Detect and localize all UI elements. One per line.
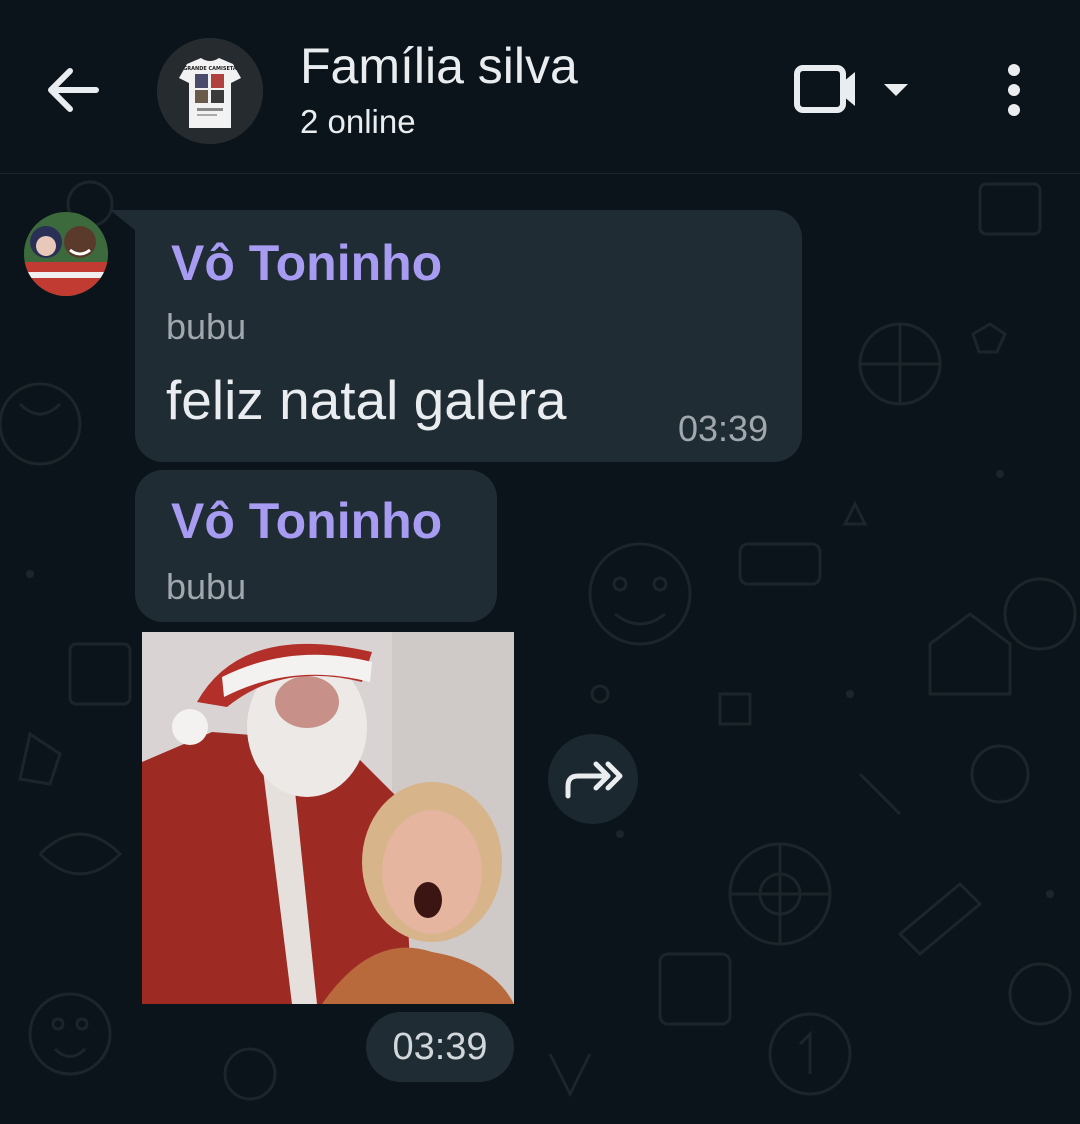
- sender-name[interactable]: Vô Toninho: [171, 492, 442, 550]
- avatar-photo: [24, 212, 108, 296]
- sender-avatar[interactable]: [24, 212, 108, 296]
- online-status: 2 online: [300, 103, 416, 140]
- video-call-icon: [794, 65, 855, 113]
- sender-name[interactable]: Vô Toninho: [171, 234, 442, 292]
- forward-button[interactable]: [548, 734, 638, 824]
- chat-title-block[interactable]: Família silva 2 online: [300, 36, 578, 144]
- photo-image: [142, 632, 514, 1004]
- image-timestamp: 03:39: [392, 1026, 488, 1068]
- image-timestamp-pill: 03:39: [366, 1012, 514, 1082]
- message-list[interactable]: Vô Toninho bubu feliz natal galera 03:39…: [0, 174, 1080, 1124]
- image-message[interactable]: [142, 632, 514, 1004]
- message-timestamp: 03:39: [678, 408, 769, 449]
- tshirt-print-text: GRANDE CAMISETA: [183, 66, 237, 72]
- back-arrow-icon: [48, 68, 99, 112]
- sender-push-name: bubu: [166, 566, 247, 607]
- back-button[interactable]: [38, 55, 108, 125]
- video-call-button[interactable]: [790, 60, 920, 120]
- message-bubble[interactable]: Vô Toninho bubu feliz natal galera 03:39: [135, 210, 802, 462]
- message-text: feliz natal galera: [166, 369, 567, 431]
- chat-title: Família silva: [300, 38, 578, 94]
- chat-header: GRANDE CAMISETA Família silva 2 online: [0, 0, 1080, 174]
- forward-icon: [565, 761, 623, 799]
- dropdown-caret-icon: [884, 84, 908, 96]
- more-options-button[interactable]: [990, 60, 1040, 120]
- group-avatar[interactable]: GRANDE CAMISETA: [157, 38, 263, 144]
- message-bubble[interactable]: Vô Toninho bubu: [135, 470, 497, 622]
- chat-screen: GRANDE CAMISETA Família silva 2 online V…: [0, 0, 1080, 1124]
- tshirt-avatar-image: GRANDE CAMISETA: [157, 38, 263, 144]
- more-vert-icon: [1008, 64, 1020, 116]
- sender-push-name: bubu: [166, 306, 247, 347]
